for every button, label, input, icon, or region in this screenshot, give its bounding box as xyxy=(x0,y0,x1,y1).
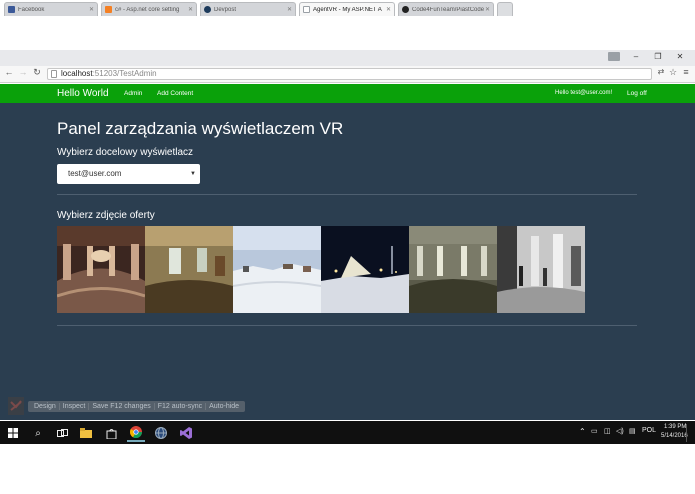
display-select[interactable]: test@user.com ▼ xyxy=(57,164,200,184)
url-host: localhost xyxy=(61,69,93,78)
bl-auto-sync-button[interactable]: F12 auto-sync xyxy=(155,403,207,410)
tab-label: Code4FunTeam/PiastCode xyxy=(412,6,484,13)
notification-bar-icon[interactable]: ▤ xyxy=(629,427,636,435)
display-heading: Wybierz docelowy wyświetlacz xyxy=(57,147,194,158)
tab-label: c# - Asp.net core setting xyxy=(115,6,180,13)
bl-auto-hide-button[interactable]: Auto-hide xyxy=(206,403,242,410)
tab-label: AgentVR - My ASP.NET A xyxy=(313,6,382,13)
snowy-field-panorama[interactable] xyxy=(233,226,321,313)
hall-interior-panorama[interactable] xyxy=(409,226,497,313)
church-interior-panorama[interactable] xyxy=(57,226,145,313)
dropdown-caret-icon: ▼ xyxy=(190,171,196,177)
snowy-field-image xyxy=(233,226,321,313)
close-tab-icon[interactable]: ✕ xyxy=(484,6,491,13)
store-icon[interactable] xyxy=(102,424,120,442)
logoff-link[interactable]: Log off xyxy=(627,90,647,97)
close-tab-icon[interactable]: ✕ xyxy=(187,6,194,13)
stackoverflow-icon xyxy=(105,6,112,13)
palace-room-image xyxy=(145,226,233,313)
profile-icon[interactable] xyxy=(608,52,620,61)
back-icon[interactable]: ← xyxy=(4,67,14,77)
volume-icon[interactable]: ◁) xyxy=(616,427,624,435)
clock-date[interactable]: 5/14/2016 xyxy=(661,433,688,439)
divider xyxy=(57,194,637,195)
page-icon xyxy=(303,6,310,13)
bl-save-f12-button[interactable]: Save F12 changes xyxy=(89,403,155,410)
display-select-value: test@user.com xyxy=(68,169,122,178)
divider xyxy=(57,325,637,326)
visual-studio-browser-link-icon[interactable] xyxy=(8,397,24,415)
search-icon[interactable]: ⌕ xyxy=(29,424,47,442)
battery-icon[interactable]: ▭ xyxy=(591,427,598,435)
tab-label: Facebook xyxy=(18,6,45,13)
network-icon[interactable]: ◫ xyxy=(604,427,611,435)
tab-agentvr[interactable]: AgentVR - My ASP.NET A ✕ xyxy=(299,2,395,16)
chrome-icon[interactable] xyxy=(127,424,145,442)
page-title: Panel zarządzania wyświetlaczem VR xyxy=(57,119,344,138)
offer-heading: Wybierz zdjęcie oferty xyxy=(57,210,155,221)
reload-icon[interactable]: ↻ xyxy=(32,67,42,78)
tab-devpost[interactable]: Devpost ✕ xyxy=(200,2,296,16)
file-explorer-icon[interactable] xyxy=(77,424,95,442)
show-hidden-icons-icon[interactable]: ⌃ xyxy=(579,427,586,436)
globe-app-icon[interactable] xyxy=(152,424,170,442)
nav-add-content[interactable]: Add Content xyxy=(157,90,193,97)
hall-interior-image xyxy=(409,226,497,313)
bookmark-star-icon[interactable]: ☆ xyxy=(668,67,678,78)
devpost-icon xyxy=(204,6,211,13)
browser-link-toolbar: Design Inspect Save F12 changes F12 auto… xyxy=(28,401,246,412)
close-tab-icon[interactable]: ✕ xyxy=(286,6,293,13)
palace-room-panorama[interactable] xyxy=(145,226,233,313)
clock-time[interactable]: 1:39 PM xyxy=(664,424,686,430)
tab-github[interactable]: Code4FunTeam/PiastCode ✕ xyxy=(398,2,494,16)
close-tab-icon[interactable]: ✕ xyxy=(385,6,392,13)
night-snow-panorama[interactable] xyxy=(321,226,409,313)
nav-admin[interactable]: Admin xyxy=(124,90,142,97)
facebook-icon xyxy=(8,6,15,13)
translate-icon[interactable]: ⇄ xyxy=(656,67,666,76)
address-bar[interactable]: localhost:51203/TestAdmin xyxy=(47,68,652,80)
close-window-icon[interactable]: ✕ xyxy=(673,52,687,61)
minimize-icon[interactable]: – xyxy=(629,52,643,61)
show-desktop-button[interactable] xyxy=(686,424,695,442)
github-icon xyxy=(402,6,409,13)
url-path: :51203/TestAdmin xyxy=(92,69,157,78)
bl-design-button[interactable]: Design xyxy=(31,403,60,410)
page-info-icon xyxy=(51,70,57,78)
tab-facebook[interactable]: Facebook ✕ xyxy=(4,2,98,16)
brand-link[interactable]: Hello World xyxy=(57,88,109,99)
restore-icon[interactable]: ❐ xyxy=(651,52,665,61)
forward-icon[interactable]: → xyxy=(18,67,28,77)
user-greeting-link[interactable]: Hello test@user.com! xyxy=(555,90,612,96)
bl-inspect-button[interactable]: Inspect xyxy=(60,403,90,410)
new-tab-button[interactable] xyxy=(497,2,513,16)
browser-tab-strip xyxy=(0,50,695,66)
menu-icon[interactable]: ≡ xyxy=(681,67,691,77)
gallery-interior-image xyxy=(497,226,585,313)
close-tab-icon[interactable]: ✕ xyxy=(88,6,95,13)
tab-stackoverflow[interactable]: c# - Asp.net core setting ✕ xyxy=(101,2,197,16)
gallery-interior-panorama[interactable] xyxy=(497,226,585,313)
night-snow-image xyxy=(321,226,409,313)
task-view-icon[interactable] xyxy=(53,424,71,442)
windows-start-icon[interactable] xyxy=(4,424,22,442)
language-indicator[interactable]: POL xyxy=(642,427,656,434)
visual-studio-icon[interactable] xyxy=(177,424,195,442)
tab-label: Devpost xyxy=(214,6,237,13)
church-interior-image xyxy=(57,226,145,313)
